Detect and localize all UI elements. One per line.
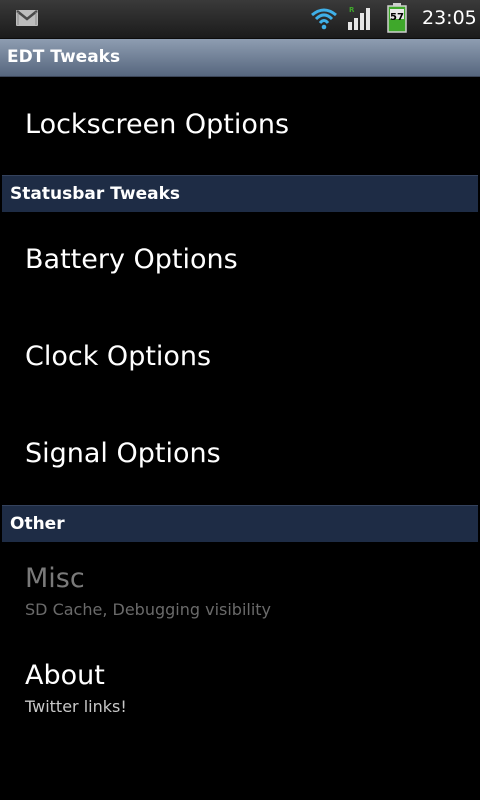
category-label: Other xyxy=(10,514,65,534)
pref-about[interactable]: About Twitter links! xyxy=(0,640,480,737)
status-clock: 23:05 xyxy=(422,7,477,29)
pref-label: About xyxy=(25,660,105,691)
category-label: Statusbar Tweaks xyxy=(10,184,180,204)
pref-misc: Misc SD Cache, Debugging visibility xyxy=(0,543,480,640)
wifi-icon xyxy=(311,8,337,30)
battery-level: 57 xyxy=(390,12,404,23)
category-statusbar-tweaks: Statusbar Tweaks xyxy=(2,175,478,212)
battery-icon: 57 xyxy=(387,3,407,33)
app-title: EDT Tweaks xyxy=(7,47,121,67)
pref-label: Lockscreen Options xyxy=(25,109,290,140)
signal-icon: R xyxy=(348,6,370,30)
pref-summary: SD Cache, Debugging visibility xyxy=(25,600,272,619)
pref-label: Battery Options xyxy=(25,244,238,275)
pref-battery-options[interactable]: Battery Options xyxy=(0,213,480,310)
pref-label: Signal Options xyxy=(25,438,221,469)
pref-label: Clock Options xyxy=(25,341,212,372)
pref-lockscreen-options[interactable]: Lockscreen Options xyxy=(0,77,480,175)
gmail-icon xyxy=(16,10,38,26)
pref-clock-options[interactable]: Clock Options xyxy=(0,310,480,407)
pref-summary: Twitter links! xyxy=(25,697,127,716)
status-bar: R 57 23:05 xyxy=(0,0,480,39)
category-other: Other xyxy=(2,505,478,542)
title-bar: EDT Tweaks xyxy=(0,39,480,77)
svg-text:R: R xyxy=(349,6,355,14)
screen: R 57 23:05 EDT Tweaks Lockscreen Options… xyxy=(0,0,480,800)
pref-label: Misc xyxy=(25,563,85,594)
pref-signal-options[interactable]: Signal Options xyxy=(0,407,480,505)
